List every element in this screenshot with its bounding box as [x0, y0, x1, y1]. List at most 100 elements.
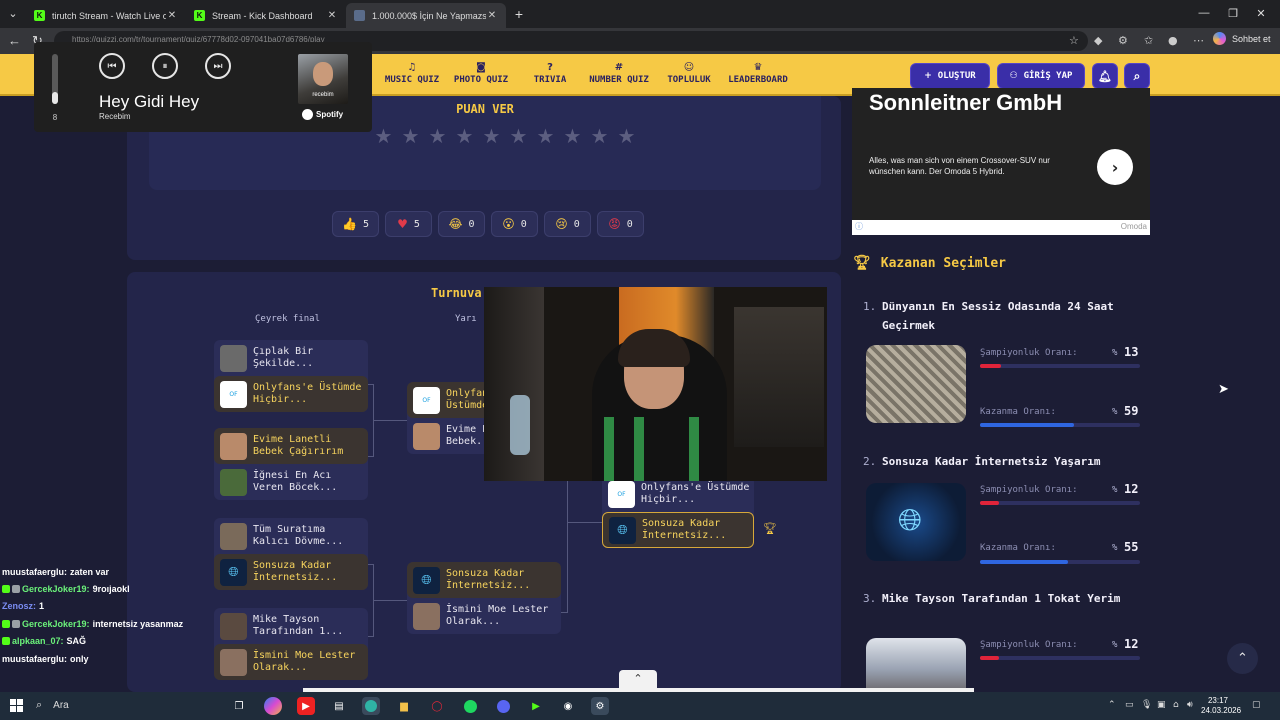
volume-slider[interactable]: [52, 54, 58, 104]
nav-leaderboard[interactable]: ♛ LEADERBOARD: [725, 62, 791, 85]
laugh-icon: 😂: [448, 217, 463, 231]
bracket-entry[interactable]: İğnesi En Acı Veren Böcek...: [214, 464, 368, 500]
youtube-app-icon[interactable]: ▶: [297, 697, 315, 715]
back-arrow-icon[interactable]: ←: [8, 33, 21, 48]
copilot-icon: [1213, 32, 1226, 45]
search-button[interactable]: ⌕: [1124, 63, 1150, 89]
bracket-entry[interactable]: OF Onlyfans'e Üstümde Hiçbir...: [602, 476, 754, 512]
bracket-match: 🌐︎ Sonsuza Kadar İnternetsiz... İsmini Moe…: [407, 562, 561, 634]
chat-username[interactable]: Zenosz:: [2, 601, 36, 611]
winner-title[interactable]: Mike Tayson Tarafından 1 Tokat Yerim: [882, 589, 1144, 608]
chat-username[interactable]: GercekJoker19:: [22, 619, 90, 629]
steam-app-icon[interactable]: ⚙: [591, 697, 609, 715]
bracket-entry[interactable]: Çıplak Bir Şekilde...: [214, 340, 368, 376]
more-menu-icon[interactable]: ⋯: [1193, 34, 1204, 47]
nav-music-quiz[interactable]: ♫ MUSIC QUIZ: [382, 62, 442, 85]
advertisement[interactable]: Sonnleitner GmbH Alles, was man sich von…: [852, 88, 1150, 235]
rating-star-icon[interactable]: ★: [508, 124, 529, 148]
rating-star-icon[interactable]: ★: [373, 124, 394, 148]
rating-star-icon[interactable]: ★: [535, 124, 556, 148]
nav-topluluk[interactable]: ☺ TOPLULUK: [664, 62, 714, 85]
scroll-to-top-button[interactable]: ⌃: [1227, 643, 1258, 674]
bracket-entry[interactable]: 🌐︎ Sonsuza Kadar İnternetsiz...: [602, 512, 754, 548]
extension-icon[interactable]: ◆: [1094, 34, 1102, 47]
edge-app-icon[interactable]: [362, 697, 380, 715]
tray-chevron-icon[interactable]: ⌃: [1108, 700, 1116, 710]
tab-kick-stream[interactable]: K tirutch Stream - Watch Live on Ki... ✕: [26, 3, 186, 28]
winner-title[interactable]: Sonsuza Kadar İnternetsiz Yaşarım: [882, 452, 1144, 471]
window-close-icon[interactable]: ✕: [1254, 7, 1268, 20]
kick-app-icon[interactable]: ▶: [527, 697, 545, 715]
reaction-button[interactable]: 😂 0: [438, 211, 485, 237]
chat-username[interactable]: GercekJoker19:: [22, 584, 90, 594]
favorites-icon[interactable]: ✩: [1144, 34, 1153, 47]
notification-center-icon[interactable]: ▢: [1252, 700, 1261, 710]
ad-info-icon[interactable]: ⓘ: [855, 221, 863, 232]
chat-username[interactable]: muustafaerglu:: [2, 567, 67, 577]
volume-icon[interactable]: 🔊︎: [1187, 700, 1193, 710]
bracket-entry[interactable]: Evime Lanetli Bebek Çağırırım: [214, 428, 368, 464]
network-icon[interactable]: ⌂: [1173, 700, 1179, 710]
rating-star-icon[interactable]: ★: [589, 124, 610, 148]
winner-title[interactable]: Dünyanın En Sessiz Odasında 24 Saat Geçi…: [882, 297, 1144, 335]
previous-track-button[interactable]: ⏮︎: [99, 53, 125, 79]
bracket-entry[interactable]: 🌐︎ Sonsuza Kadar İnternetsiz...: [407, 562, 561, 598]
new-tab-plus-icon[interactable]: +: [512, 6, 526, 22]
terminal-app-icon[interactable]: ▤: [330, 697, 348, 715]
minimize-icon[interactable]: —: [1197, 7, 1211, 19]
taskbar-search[interactable]: ⌕ Ara: [36, 698, 69, 712]
song-artist: Recebim: [99, 112, 131, 121]
discord-app-icon[interactable]: [494, 697, 512, 715]
rating-star-icon[interactable]: ★: [616, 124, 637, 148]
taskbar-clock[interactable]: 23:17 24.03.2026: [1201, 696, 1241, 716]
create-button[interactable]: + OLUŞTUR: [910, 63, 990, 89]
tab-close-icon[interactable]: ✕: [166, 10, 178, 21]
restore-icon[interactable]: ❐: [1226, 7, 1240, 20]
rating-star-icon[interactable]: ★: [454, 124, 475, 148]
copilot-app-icon[interactable]: [264, 697, 282, 715]
tab-search-chevron-icon[interactable]: ⌄: [6, 7, 20, 20]
reaction-button[interactable]: 👍 5: [332, 211, 379, 237]
nav-number-quiz[interactable]: # NUMBER QUIZ: [586, 62, 652, 85]
puzzle-icon[interactable]: ⚙: [1118, 34, 1128, 47]
ad-next-button[interactable]: ›: [1097, 149, 1133, 185]
opera-app-icon[interactable]: ◯: [428, 697, 446, 715]
star-rating[interactable]: ★ ★ ★ ★ ★ ★ ★ ★ ★ ★: [373, 124, 637, 148]
next-track-button[interactable]: ⏭︎: [205, 53, 231, 79]
tray-app-icon[interactable]: ▭: [1125, 700, 1134, 710]
obs-app-icon[interactable]: ◉: [559, 697, 577, 715]
tab-close-icon[interactable]: ✕: [486, 10, 498, 21]
notifications-button[interactable]: 🔔︎: [1092, 63, 1118, 89]
rating-star-icon[interactable]: ★: [481, 124, 502, 148]
profile-avatar-icon[interactable]: ●: [1168, 34, 1178, 47]
bookmark-star-icon[interactable]: ☆: [1069, 34, 1079, 47]
windows-start-icon[interactable]: [10, 699, 23, 712]
reaction-button[interactable]: ♥ 5: [385, 211, 432, 237]
display-icon[interactable]: ▣: [1157, 700, 1166, 710]
chevron-right-icon: ›: [1111, 157, 1119, 177]
reaction-button[interactable]: 😢 0: [544, 211, 591, 237]
login-button[interactable]: ⚇ GİRİŞ YAP: [997, 63, 1085, 89]
rating-star-icon[interactable]: ★: [562, 124, 583, 148]
microphone-icon[interactable]: 🎙︎: [1141, 700, 1152, 710]
collapse-panel-button[interactable]: ⌃: [619, 670, 657, 688]
copilot-chat-button[interactable]: Sohbet et: [1213, 32, 1271, 45]
bracket-entry[interactable]: Tüm Suratıma Kalıcı Dövme...: [214, 518, 368, 554]
reaction-button[interactable]: 😡 0: [597, 211, 644, 237]
rating-star-icon[interactable]: ★: [427, 124, 448, 148]
bracket-entry[interactable]: İsmini Moe Lester Olarak...: [407, 598, 561, 634]
task-view-icon[interactable]: ❐: [230, 697, 248, 715]
pause-button[interactable]: ⏸︎: [152, 53, 178, 79]
tab-quiz-active[interactable]: 1.000.000$ İçin Ne Yapmazsın - Ti... ✕: [346, 3, 506, 28]
chat-username[interactable]: muustafaerglu:: [2, 654, 67, 664]
file-explorer-icon[interactable]: ▆: [395, 697, 413, 715]
rating-star-icon[interactable]: ★: [400, 124, 421, 148]
reaction-button[interactable]: 😮 0: [491, 211, 538, 237]
tab-kick-dashboard[interactable]: K Stream - Kick Dashboard ✕: [186, 3, 346, 28]
nav-photo-quiz[interactable]: ◙ PHOTO QUIZ: [451, 62, 511, 85]
bracket-entry[interactable]: OF Onlyfans'e Üstümde Hiçbir...: [214, 376, 368, 412]
spotify-app-icon[interactable]: [461, 697, 479, 715]
chat-username[interactable]: alpkaan_07:: [12, 636, 64, 646]
nav-trivia[interactable]: ? TRIVIA: [528, 62, 572, 85]
tab-close-icon[interactable]: ✕: [326, 10, 338, 21]
